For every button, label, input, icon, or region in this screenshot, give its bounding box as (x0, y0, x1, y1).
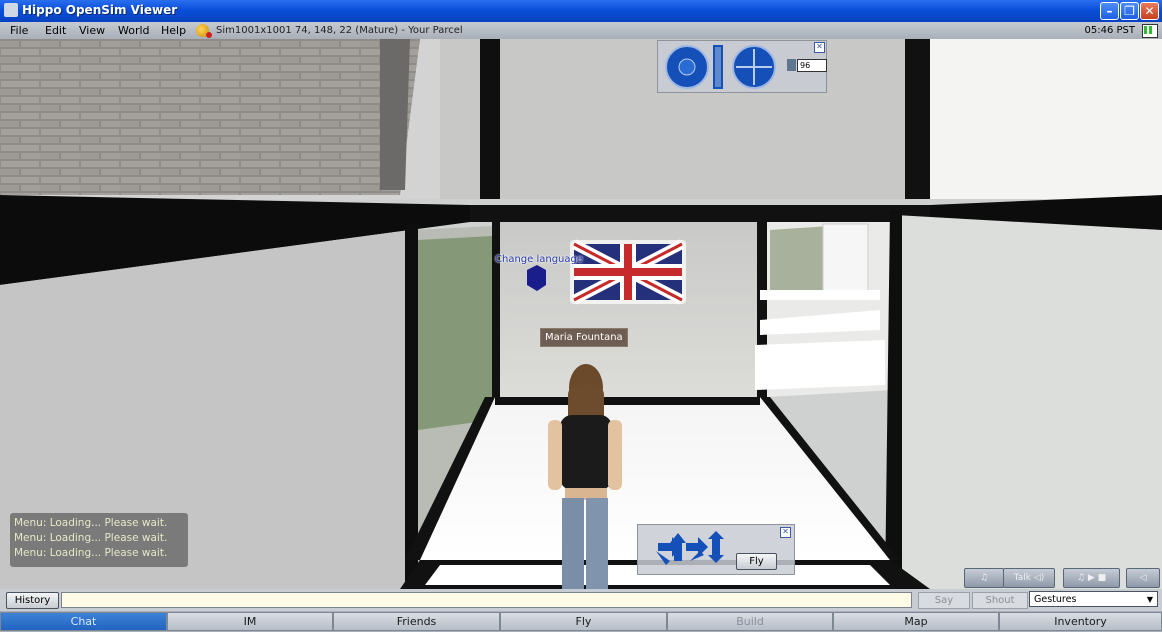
say-button[interactable]: Say (918, 592, 970, 609)
close-button[interactable]: ✕ (1140, 2, 1159, 20)
chevron-down-icon: ▼ (1146, 595, 1153, 604)
talk-button[interactable]: Talk ◁) (1003, 568, 1055, 588)
location-text[interactable]: Sim1001x1001 74, 148, 22 (Mature) - Your… (216, 25, 463, 36)
tab-friends[interactable]: Friends (333, 612, 500, 631)
menu-view[interactable]: View (79, 24, 105, 37)
scene-render (0, 39, 1162, 589)
media-controls[interactable]: ♫ ▶ ■ (1063, 568, 1120, 588)
tab-build[interactable]: Build (667, 612, 833, 631)
change-language-label[interactable]: Change language (495, 254, 583, 265)
zoom-spinner-icon[interactable] (787, 59, 796, 71)
fly-button[interactable]: Fly (736, 553, 777, 570)
bandwidth-meter-icon[interactable] (1142, 24, 1158, 38)
menu-help[interactable]: Help (161, 24, 186, 37)
close-icon[interactable]: ✕ (780, 527, 791, 538)
history-button[interactable]: History (6, 592, 59, 609)
talk-label: Talk (1013, 573, 1031, 583)
shout-button[interactable]: Shout (972, 592, 1028, 609)
chat-line: Menu: Loading... Please wait. (14, 547, 168, 559)
menu-edit[interactable]: Edit (45, 24, 66, 37)
parcel-info-icon[interactable] (196, 24, 212, 38)
menu-file[interactable]: File (10, 24, 28, 37)
clock: 05:46 PST (1084, 25, 1135, 36)
tab-inventory[interactable]: Inventory (999, 612, 1162, 631)
gestures-dropdown[interactable]: Gestures ▼ (1029, 591, 1158, 607)
app-icon (4, 3, 18, 17)
chat-line: Menu: Loading... Please wait. (14, 517, 168, 529)
toolbar: Chat IM Friends Fly Build Map Inventory (0, 611, 1162, 632)
world-view[interactable]: Change language Maria Fountana ✕ 96 Menu… (0, 39, 1162, 589)
minimize-button[interactable]: – (1100, 2, 1119, 20)
menu-world[interactable]: World (118, 24, 150, 37)
chat-history-overlay: Menu: Loading... Please wait. Menu: Load… (10, 513, 188, 567)
chat-input[interactable] (61, 592, 912, 608)
title-bar: Hippo OpenSim Viewer – ❐ ✕ (0, 0, 1162, 22)
chat-bar: History Say Shout Gestures ▼ (0, 589, 1162, 611)
close-icon[interactable]: ✕ (814, 42, 825, 53)
gestures-label: Gestures (1034, 594, 1077, 605)
window-title: Hippo OpenSim Viewer (22, 3, 178, 17)
voice-indicator-icon[interactable]: ♫ (964, 568, 1004, 588)
tab-chat[interactable]: Chat (0, 612, 167, 631)
tab-map[interactable]: Map (833, 612, 999, 631)
tab-im[interactable]: IM (167, 612, 333, 631)
tab-fly[interactable]: Fly (500, 612, 667, 631)
menu-bar: File Edit View World Help Sim1001x1001 7… (0, 22, 1162, 39)
zoom-value-field[interactable]: 96 (797, 59, 827, 72)
avatar-nametag: Maria Fountana (540, 328, 628, 347)
restore-button[interactable]: ❐ (1120, 2, 1139, 20)
chat-line: Menu: Loading... Please wait. (14, 532, 168, 544)
speaker-volume-icon[interactable]: ◁ (1126, 568, 1160, 588)
